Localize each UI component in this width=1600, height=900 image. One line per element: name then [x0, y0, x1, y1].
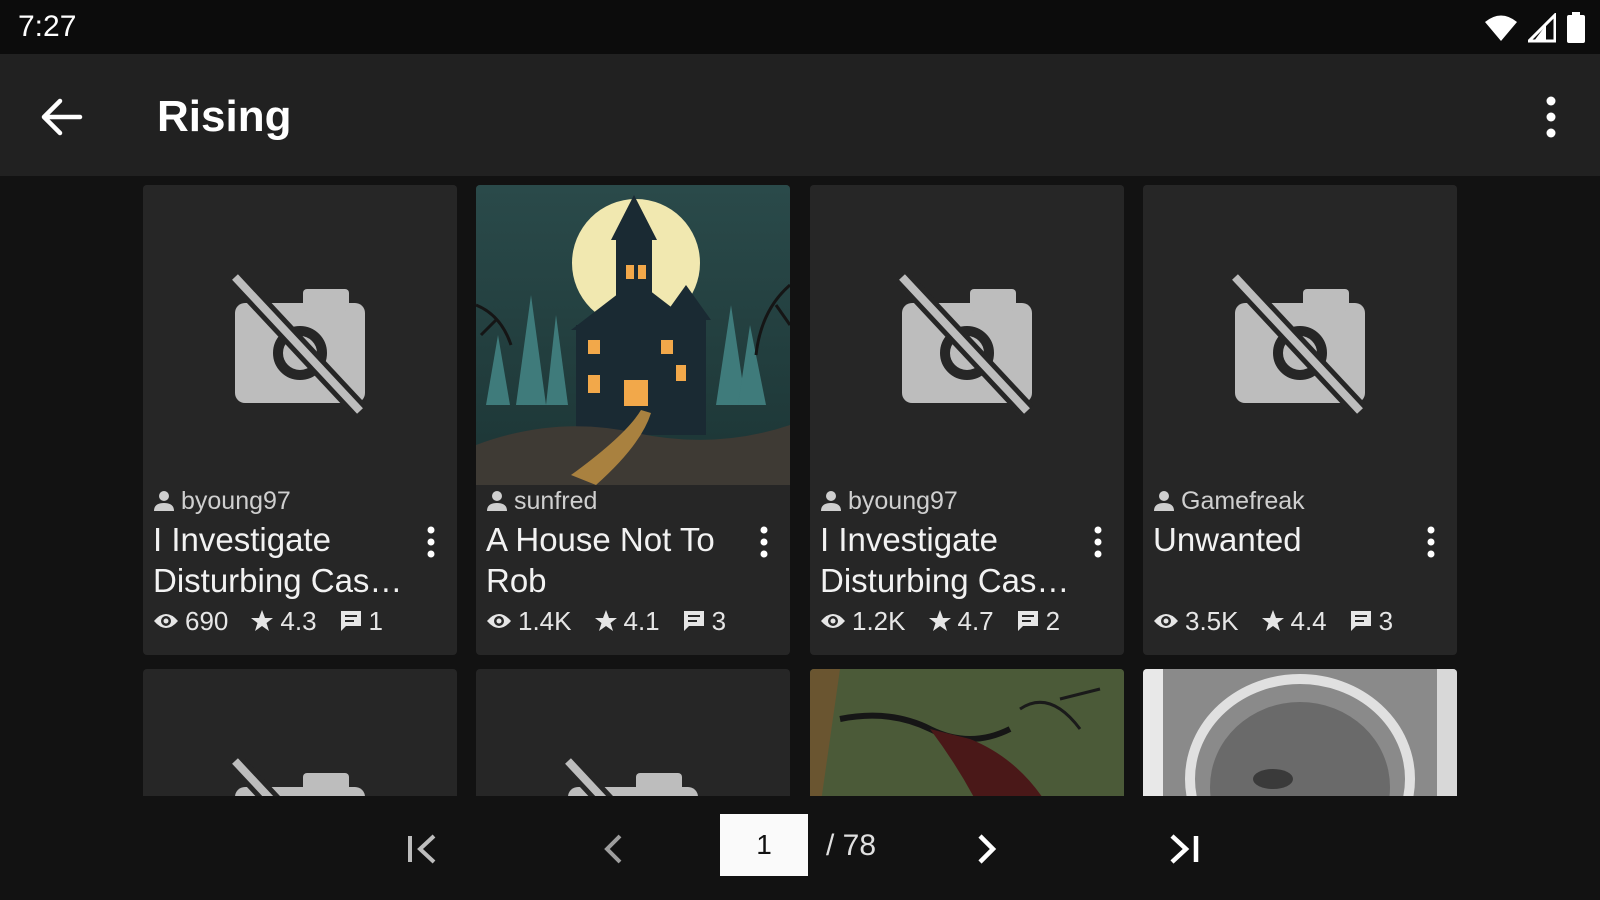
story-cover-placeholder — [143, 185, 457, 485]
story-cover-placeholder — [810, 185, 1124, 485]
comment-icon — [683, 611, 704, 631]
story-card[interactable]: sunfred A House Not To Rob 1.4K 4.1 3 — [476, 185, 790, 655]
star-icon — [251, 610, 274, 631]
branch-cover-image — [810, 669, 1124, 796]
last-page-icon[interactable] — [1160, 824, 1210, 874]
comment-icon — [340, 611, 361, 631]
story-card[interactable] — [143, 669, 457, 796]
page-number-input[interactable]: 1 — [720, 814, 808, 876]
story-title: I Investigate Disturbing Cas… — [820, 521, 1070, 599]
story-menu-icon[interactable] — [423, 525, 439, 559]
eye-icon — [487, 614, 511, 628]
next-page-icon[interactable] — [960, 824, 1010, 874]
story-title: A House Not To Rob — [486, 521, 715, 599]
no-image-icon — [228, 273, 367, 418]
story-author: Gamefreak — [1153, 485, 1305, 517]
story-stats: 1.2K 4.7 2 — [820, 605, 1060, 637]
comment-icon — [1017, 611, 1038, 631]
eye-icon — [1154, 614, 1178, 628]
star-icon — [928, 610, 951, 631]
person-icon — [821, 491, 841, 511]
status-time: 7:27 — [18, 10, 77, 43]
person-icon — [487, 491, 507, 511]
story-author: sunfred — [486, 485, 597, 517]
story-card[interactable] — [810, 669, 1124, 796]
story-author: byoung97 — [820, 485, 958, 517]
story-card[interactable]: byoung97 I Investigate Disturbing Cas… 6… — [143, 185, 457, 655]
story-menu-icon[interactable] — [1423, 525, 1439, 559]
story-menu-icon[interactable] — [756, 525, 772, 559]
status-icons — [1484, 12, 1586, 44]
person-icon — [154, 491, 174, 511]
haunted-house-cover-image — [476, 185, 790, 485]
star-icon — [594, 610, 617, 631]
story-grid: byoung97 I Investigate Disturbing Cas… 6… — [0, 176, 1600, 796]
story-title: Unwanted — [1153, 521, 1302, 558]
no-image-icon — [561, 757, 698, 796]
story-stats: 690 4.3 1 — [153, 605, 383, 637]
story-card[interactable]: byoung97 I Investigate Disturbing Cas… 1… — [810, 185, 1124, 655]
no-image-icon — [228, 757, 365, 796]
star-icon — [1261, 610, 1284, 631]
story-cover-placeholder — [1143, 185, 1457, 485]
prev-page-icon[interactable] — [590, 824, 640, 874]
cell-signal-icon — [1528, 13, 1556, 43]
eye-icon — [154, 614, 178, 628]
story-menu-icon[interactable] — [1090, 525, 1106, 559]
more-vert-icon[interactable] — [1536, 92, 1566, 142]
story-card[interactable]: Gamefreak Unwanted 3.5K 4.4 3 — [1143, 185, 1457, 655]
page-total: / 78 — [826, 829, 877, 862]
story-stats: 1.4K 4.1 3 — [486, 605, 726, 637]
pagination-bar: 1 / 78 — [0, 796, 1600, 900]
status-bar: 7:27 — [0, 0, 1600, 54]
comment-icon — [1350, 611, 1371, 631]
story-card[interactable] — [1143, 669, 1457, 796]
stone-relief-cover-image — [1143, 669, 1457, 796]
battery-icon — [1567, 12, 1585, 43]
story-card[interactable] — [476, 669, 790, 796]
wifi-icon — [1485, 15, 1517, 41]
page-title: Rising — [157, 92, 292, 141]
app-bar: Rising — [0, 54, 1600, 176]
story-stats: 3.5K 4.4 3 — [1153, 605, 1393, 637]
back-arrow-icon[interactable] — [36, 92, 86, 142]
story-cover-image — [476, 185, 790, 485]
first-page-icon[interactable] — [398, 824, 448, 874]
no-image-icon — [895, 273, 1034, 418]
person-icon — [1154, 491, 1174, 511]
story-author: byoung97 — [153, 485, 291, 517]
eye-icon — [821, 614, 845, 628]
story-title: I Investigate Disturbing Cas… — [153, 521, 403, 599]
no-image-icon — [1228, 273, 1367, 418]
